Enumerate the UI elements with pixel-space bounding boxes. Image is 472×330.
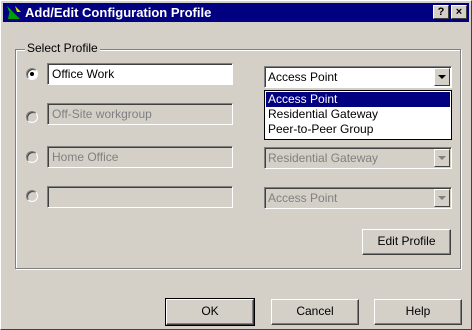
profile-3-type-select[interactable]: Residential Gateway [264, 147, 452, 169]
ok-button[interactable]: OK [165, 298, 255, 326]
profile-4-radio[interactable] [26, 190, 38, 202]
profile-type-dropdown-list: Access Point Residential Gateway Peer-to… [264, 90, 452, 140]
edit-profile-label: Edit Profile [377, 234, 436, 248]
profile-1-type-select[interactable]: Access Point [264, 66, 452, 88]
profile-2-radio[interactable] [26, 111, 38, 123]
profile-4-type-value: Access Point [268, 191, 338, 205]
profile-4-name-field[interactable] [47, 186, 233, 208]
chevron-down-icon[interactable] [434, 68, 450, 86]
profile-3-radio[interactable] [26, 151, 38, 163]
title-close-button[interactable]: × [451, 5, 467, 19]
profile-1-radio[interactable] [26, 68, 38, 80]
help-button[interactable]: Help [374, 299, 462, 325]
dropdown-option-peer-to-peer-group[interactable]: Peer-to-Peer Group [266, 122, 450, 137]
profile-2-name-field[interactable]: Off-Site workgroup [47, 103, 233, 125]
dialog-window: Add/Edit Configuration Profile ? × Selec… [0, 0, 472, 330]
profile-3-name-field[interactable]: Home Office [47, 146, 233, 168]
profile-4-type-select[interactable]: Access Point [264, 187, 452, 209]
dropdown-option-access-point[interactable]: Access Point [266, 92, 450, 107]
ok-label: OK [201, 304, 219, 318]
network-profile-icon [7, 6, 21, 19]
dropdown-option-residential-gateway[interactable]: Residential Gateway [266, 107, 450, 122]
window-title: Add/Edit Configuration Profile [25, 5, 212, 20]
help-label: Help [405, 304, 431, 318]
chevron-down-icon[interactable] [434, 149, 450, 167]
profile-1-type-value: Access Point [268, 70, 338, 84]
title-bar[interactable]: Add/Edit Configuration Profile ? × [3, 3, 469, 22]
profile-3-type-value: Residential Gateway [268, 151, 379, 165]
profile-1-name-field[interactable]: Office Work [47, 63, 233, 85]
cancel-label: Cancel [296, 304, 334, 318]
title-help-button[interactable]: ? [433, 5, 449, 19]
cancel-button[interactable]: Cancel [271, 299, 359, 325]
select-profile-label: Select Profile [25, 41, 100, 55]
edit-profile-button[interactable]: Edit Profile [362, 229, 451, 255]
radio-selected-dot [30, 72, 34, 76]
chevron-down-icon[interactable] [434, 189, 450, 207]
